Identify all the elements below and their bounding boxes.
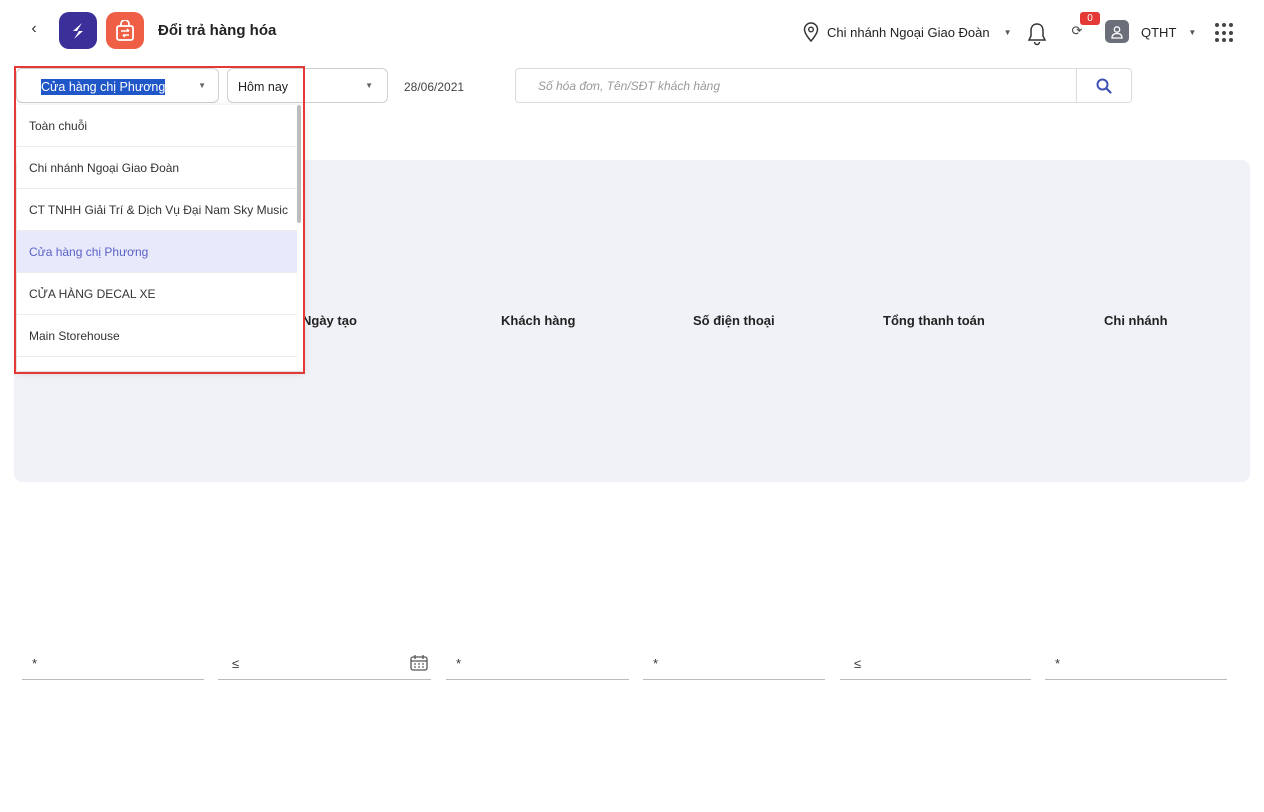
sync-count-badge: 0 [1080, 12, 1100, 25]
chevron-down-icon: ▼ [1188, 28, 1197, 37]
dropdown-option[interactable]: Toàn chuỗi [17, 105, 297, 147]
user-menu[interactable]: QTHT ▼ [1141, 25, 1196, 40]
grid-dot-icon [1222, 38, 1226, 43]
column-header-customer[interactable]: Khách hàng [501, 313, 575, 328]
chevron-down-icon: ▼ [198, 81, 206, 90]
refresh-icon: ⟳ [1071, 23, 1083, 38]
filter-operator: ≤ [854, 656, 862, 671]
location-pin-icon [803, 22, 819, 42]
search-button[interactable] [1076, 69, 1131, 102]
store-select-value[interactable]: Cửa hàng chị Phương [41, 79, 166, 95]
filter-field[interactable]: * [446, 650, 629, 680]
filter-field[interactable]: ≤ [840, 650, 1031, 680]
brand-logo-icon [73, 22, 83, 39]
back-button[interactable]: ‹ [26, 20, 42, 38]
page-title: Đổi trả hàng hóa [158, 22, 277, 39]
user-name: QTHT [1141, 25, 1177, 40]
chevron-down-icon: ▼ [365, 81, 373, 90]
period-select[interactable]: Hôm nay ▼ [227, 68, 388, 103]
grid-dot-icon [1229, 23, 1233, 27]
calendar-icon[interactable] [409, 654, 429, 672]
shopping-bag-icon [116, 19, 134, 41]
filter-operator: * [32, 656, 38, 671]
chevron-down-icon: ▼ [1003, 27, 1012, 37]
dropdown-option[interactable]: CT TNHH Giải Trí & Dịch Vụ Đại Nam Sky M… [17, 189, 297, 231]
apps-grid-button[interactable] [1215, 23, 1235, 43]
filter-operator: ≤ [232, 656, 240, 671]
grid-dot-icon [1229, 38, 1233, 43]
grid-dot-icon [1215, 23, 1219, 27]
module-icon [106, 12, 144, 49]
app-logo[interactable] [59, 12, 97, 49]
dropdown-option[interactable]: Main Storehouse [17, 315, 297, 357]
search-icon [1096, 78, 1112, 94]
filter-field[interactable]: * [1045, 650, 1227, 680]
grid-dot-icon [1229, 30, 1233, 35]
branch-selector[interactable]: Chi nhánh Ngoại Giao Đoàn ▼ [803, 20, 1012, 44]
date-label: 28/06/2021 [404, 80, 465, 94]
filter-field[interactable]: * [643, 650, 825, 680]
grid-dot-icon [1222, 23, 1226, 27]
column-header-branch[interactable]: Chi nhánh [1104, 313, 1168, 328]
bell-icon [1027, 23, 1047, 46]
store-dropdown-list[interactable]: Toàn chuỗi Chi nhánh Ngoại Giao Đoàn CT … [17, 105, 303, 371]
grid-dot-icon [1215, 38, 1219, 43]
column-header-total[interactable]: Tổng thanh toán [883, 313, 985, 328]
grid-dot-icon [1215, 30, 1219, 35]
search-input[interactable] [536, 78, 1070, 94]
grid-dot-icon [1222, 30, 1226, 35]
filter-operator: * [456, 656, 462, 671]
store-select[interactable]: Cửa hàng chị Phương ▼ [16, 68, 219, 103]
filter-field[interactable]: * [22, 650, 204, 680]
period-select-value: Hôm nay [238, 80, 289, 94]
column-header-phone[interactable]: Số điện thoại [693, 313, 775, 328]
filter-operator: * [1055, 656, 1061, 671]
avatar[interactable] [1105, 20, 1129, 43]
dropdown-option[interactable]: Chi nhánh Ngoại Giao Đoàn [17, 147, 297, 189]
user-icon [1111, 25, 1123, 39]
dropdown-scrollbar[interactable] [297, 105, 301, 223]
dropdown-option[interactable]: CỬA HÀNG DECAL XE [17, 273, 297, 315]
filter-date-field[interactable]: ≤ [218, 650, 431, 680]
column-header-created-date[interactable]: Ngày tạo [302, 313, 357, 328]
notification-button[interactable] [1026, 22, 1048, 51]
filter-operator: * [653, 656, 659, 671]
branch-name: Chi nhánh Ngoại Giao Đoàn [827, 24, 990, 40]
search-box[interactable] [515, 68, 1132, 103]
dropdown-option-selected[interactable]: Cửa hàng chị Phương [17, 231, 297, 273]
